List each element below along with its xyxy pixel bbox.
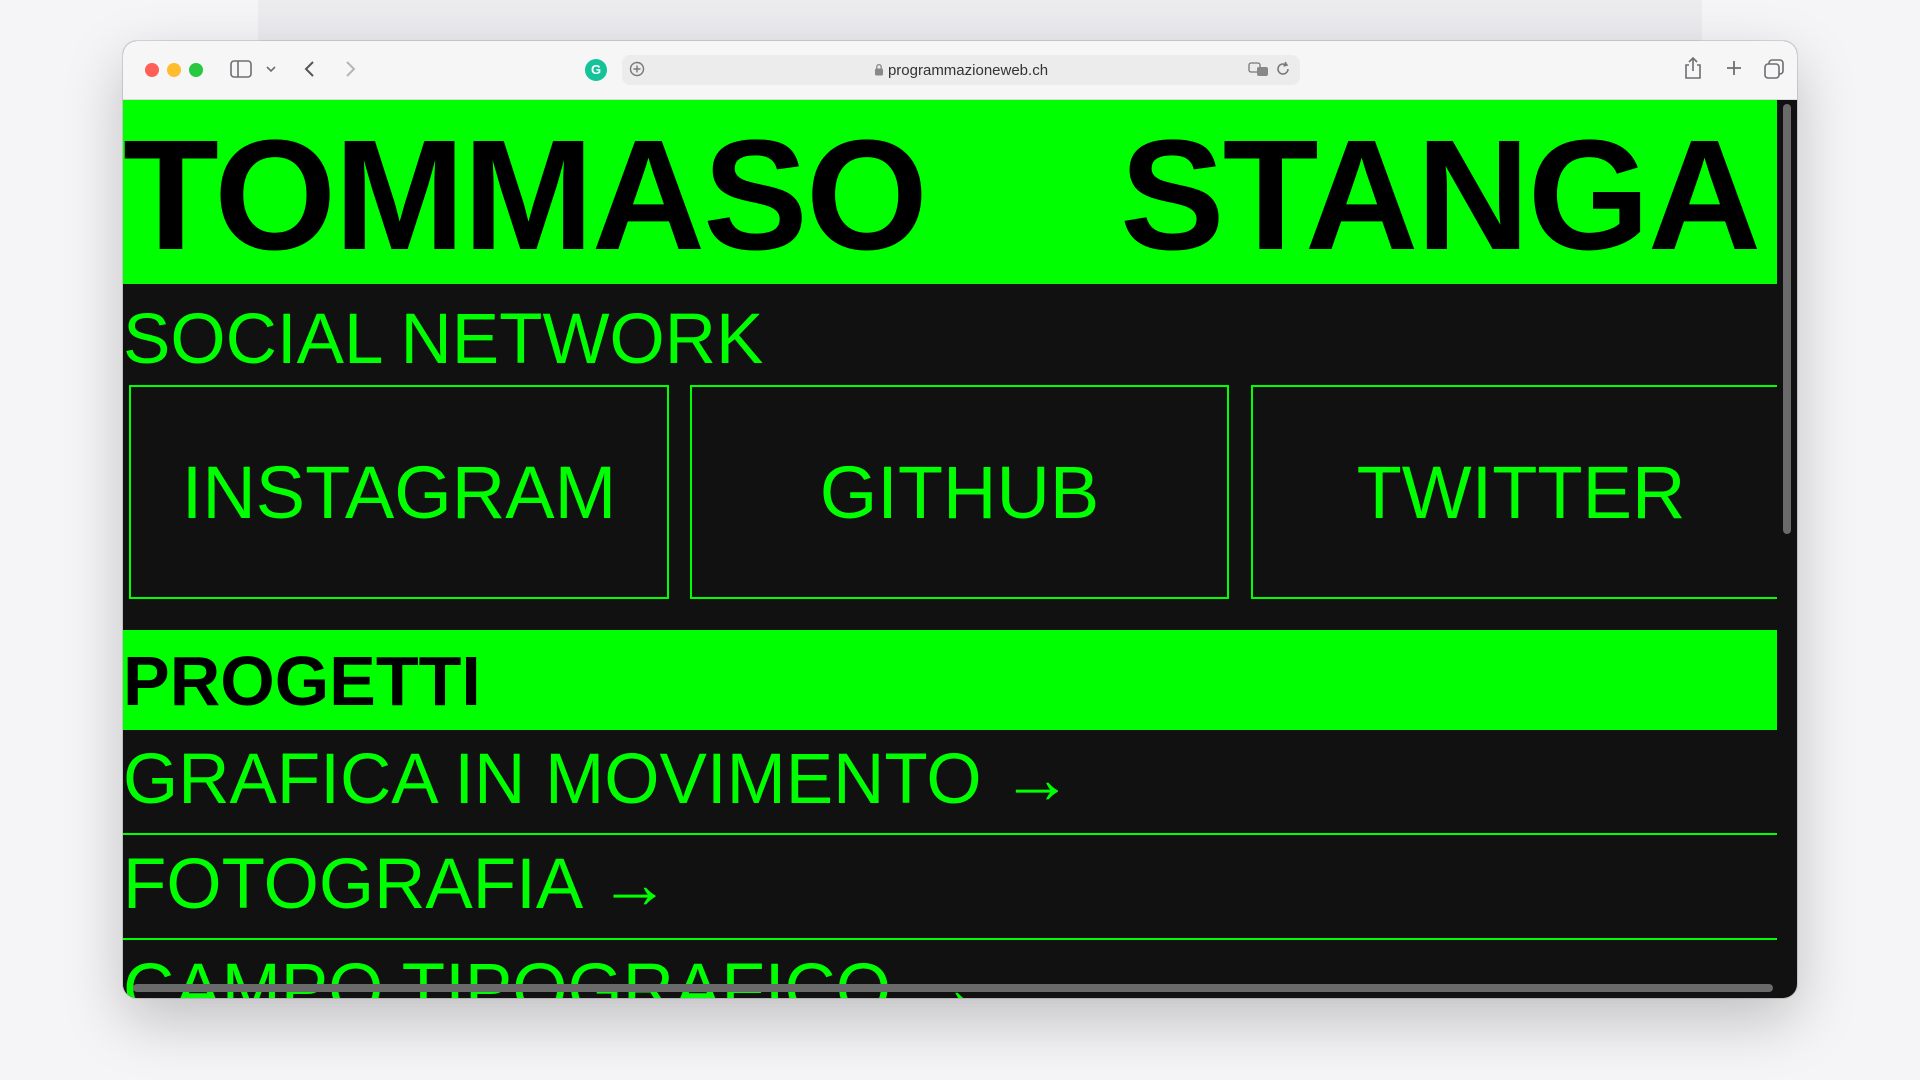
minimize-window-button[interactable] <box>167 63 181 77</box>
project-link-grafica[interactable]: GRAFICA IN MOVIMENTO → <box>123 730 1777 835</box>
hero-banner: TOMMASO STANGA <box>123 100 1777 284</box>
horizontal-scrollbar[interactable] <box>133 984 1773 992</box>
twitter-link[interactable]: TWITTER <box>1251 385 1777 599</box>
url-text: programmazioneweb.ch <box>887 62 1049 79</box>
zoom-window-button[interactable] <box>189 63 203 77</box>
lock-icon <box>874 63 883 76</box>
hero-first-name: TOMMASO <box>123 108 928 283</box>
github-link[interactable]: GITHUB <box>690 385 1229 599</box>
background-window <box>258 0 1702 42</box>
grammarly-extension-icon[interactable]: G <box>585 59 607 81</box>
forward-icon[interactable] <box>343 59 357 83</box>
sidebar-toggle-icon[interactable] <box>230 60 252 82</box>
reload-icon[interactable] <box>1275 60 1291 82</box>
new-tab-icon[interactable] <box>1725 59 1743 81</box>
instagram-link[interactable]: INSTAGRAM <box>129 385 669 599</box>
social-network-heading: SOCIAL NETWORK <box>123 300 764 379</box>
address-bar[interactable]: programmazioneweb.ch <box>622 55 1300 85</box>
tab-overview-icon[interactable] <box>1763 58 1785 84</box>
web-page: TOMMASO STANGA SOCIAL NETWORK INSTAGRAM … <box>123 100 1777 998</box>
hero-last-name: STANGA <box>1120 108 1761 283</box>
back-icon[interactable] <box>303 59 317 83</box>
project-link-fotografia[interactable]: FOTOGRAFIA → <box>123 835 1777 940</box>
browser-window: G programmazioneweb.ch TOMMASO STANGA SO… <box>123 41 1797 998</box>
vertical-scrollbar[interactable] <box>1783 104 1791 534</box>
close-window-button[interactable] <box>145 63 159 77</box>
chevron-down-icon[interactable] <box>265 60 277 82</box>
share-icon[interactable] <box>1683 56 1703 84</box>
projects-heading: PROGETTI <box>123 630 1777 730</box>
translate-icon[interactable] <box>1248 60 1270 82</box>
browser-toolbar: G programmazioneweb.ch <box>123 41 1797 100</box>
url-display: programmazioneweb.ch <box>622 62 1300 79</box>
